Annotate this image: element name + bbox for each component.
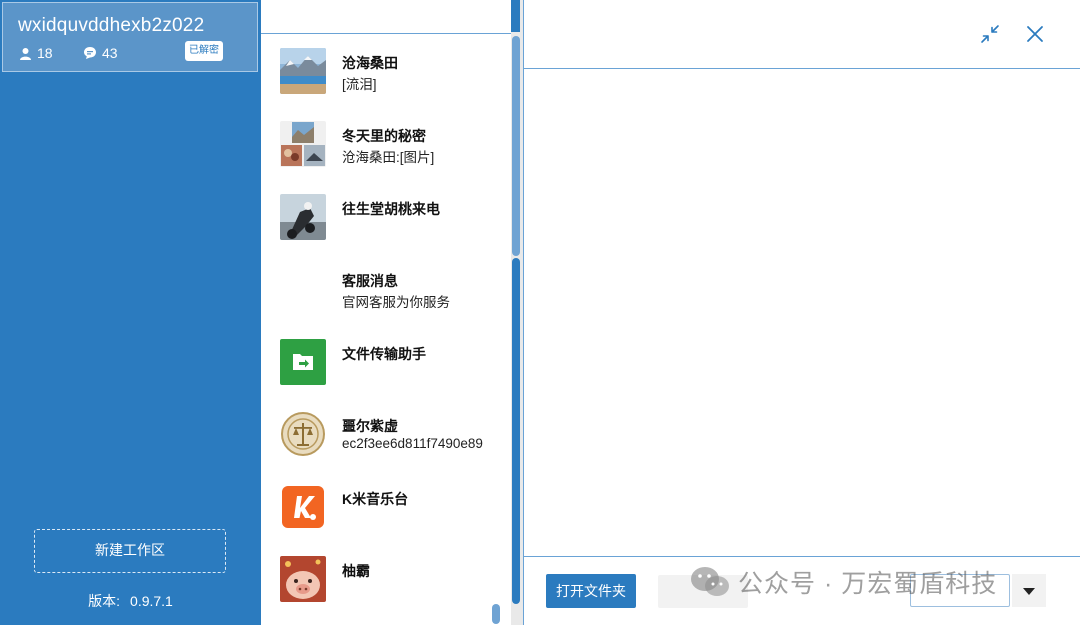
detail-header bbox=[524, 0, 1080, 69]
version-label: 版本: bbox=[88, 593, 121, 609]
account-card[interactable]: wxidquvddhexb2z022 18 43 已解密 bbox=[2, 2, 258, 72]
contacts-count: 18 bbox=[19, 45, 53, 61]
motorbike-photo-avatar bbox=[280, 194, 326, 240]
emblem-avatar bbox=[280, 411, 326, 457]
close-icon bbox=[1027, 26, 1043, 42]
chat-name: 冬天里的秘密 bbox=[342, 128, 426, 144]
chat-name: 噩尔紫虚 bbox=[342, 418, 398, 434]
file-transfer-icon bbox=[280, 339, 326, 385]
chat-name: 往生堂胡桃来电 bbox=[342, 201, 440, 217]
chat-preview: 官网客服为你服务 bbox=[342, 295, 450, 310]
new-workspace-button[interactable]: 新建工作区 bbox=[34, 529, 226, 573]
service-avatar bbox=[280, 266, 326, 312]
chat-item[interactable]: 沧海桑田 [流泪] bbox=[261, 48, 511, 120]
chat-list-scrollbar[interactable] bbox=[511, 0, 523, 625]
option-select[interactable] bbox=[910, 574, 1010, 607]
chat-preview: 沧海桑田:[图片] bbox=[342, 150, 435, 165]
version-info: 版本: 0.9.7.1 bbox=[0, 591, 261, 611]
chevron-down-icon bbox=[1023, 588, 1035, 595]
detail-panel: 打开文件夹 bbox=[523, 0, 1080, 625]
open-folder-button[interactable]: 打开文件夹 bbox=[546, 574, 636, 608]
chat-preview: [流泪] bbox=[342, 77, 377, 92]
chat-list: 沧海桑田 [流泪] 冬天里的秘密 沧海桑田:[图片] 往生堂胡桃来电 客服消息 … bbox=[261, 0, 511, 625]
secondary-button[interactable] bbox=[658, 575, 748, 608]
collapse-window-button[interactable] bbox=[978, 22, 1002, 46]
chat-name: 柚霸 bbox=[342, 563, 370, 579]
chat-name: K米音乐台 bbox=[342, 491, 409, 507]
contacts-count-value: 18 bbox=[37, 45, 53, 61]
pig-photo-avatar bbox=[280, 556, 326, 602]
landscape-photo-avatar bbox=[280, 48, 326, 94]
chats-count-value: 43 bbox=[102, 45, 118, 61]
chat-name: 客服消息 bbox=[342, 273, 398, 289]
person-icon bbox=[20, 47, 31, 60]
chat-item[interactable]: K米音乐台 bbox=[261, 484, 511, 556]
chat-item[interactable]: 冬天里的秘密 沧海桑田:[图片] bbox=[261, 121, 511, 193]
app-window: wxidquvddhexb2z022 18 43 已解密 新建工作区 版本: 0… bbox=[0, 0, 1080, 625]
chat-bubble-icon bbox=[84, 47, 96, 59]
chat-item[interactable]: 客服消息 官网客服为你服务 bbox=[261, 266, 511, 338]
sidebar: wxidquvddhexb2z022 18 43 已解密 新建工作区 版本: 0… bbox=[0, 0, 261, 625]
group-collage-avatar bbox=[280, 121, 326, 167]
version-value: 0.9.7.1 bbox=[130, 593, 173, 609]
chat-preview: ec2f3ee6d811f7490e89 bbox=[342, 436, 483, 451]
select-dropdown-toggle[interactable] bbox=[1012, 574, 1046, 607]
chat-item[interactable]: 文件传输助手 bbox=[261, 339, 511, 411]
chat-name: 文件传输助手 bbox=[342, 346, 426, 362]
detail-footer: 打开文件夹 bbox=[524, 556, 1080, 625]
chat-item[interactable]: 柚霸 bbox=[261, 556, 511, 625]
chat-item[interactable]: 往生堂胡桃来电 bbox=[261, 194, 511, 266]
horizontal-scroll-thumb[interactable] bbox=[492, 604, 500, 624]
account-id: wxidquvddhexb2z022 bbox=[18, 15, 205, 36]
chats-count: 43 bbox=[83, 45, 118, 61]
k-music-logo-icon bbox=[280, 484, 326, 530]
decrypt-status-badge: 已解密 bbox=[185, 41, 223, 61]
close-button[interactable] bbox=[1023, 22, 1047, 46]
collapse-arrows-icon bbox=[981, 25, 999, 43]
chat-list-header bbox=[261, 0, 511, 34]
chat-name: 沧海桑田 bbox=[342, 55, 398, 71]
scrollbar-thumb[interactable] bbox=[512, 36, 520, 256]
scrollbar-track-lower bbox=[512, 258, 520, 604]
chat-item[interactable]: 噩尔紫虚 ec2f3ee6d811f7490e89 bbox=[261, 411, 511, 483]
scrollbar-top-cap bbox=[511, 0, 520, 32]
